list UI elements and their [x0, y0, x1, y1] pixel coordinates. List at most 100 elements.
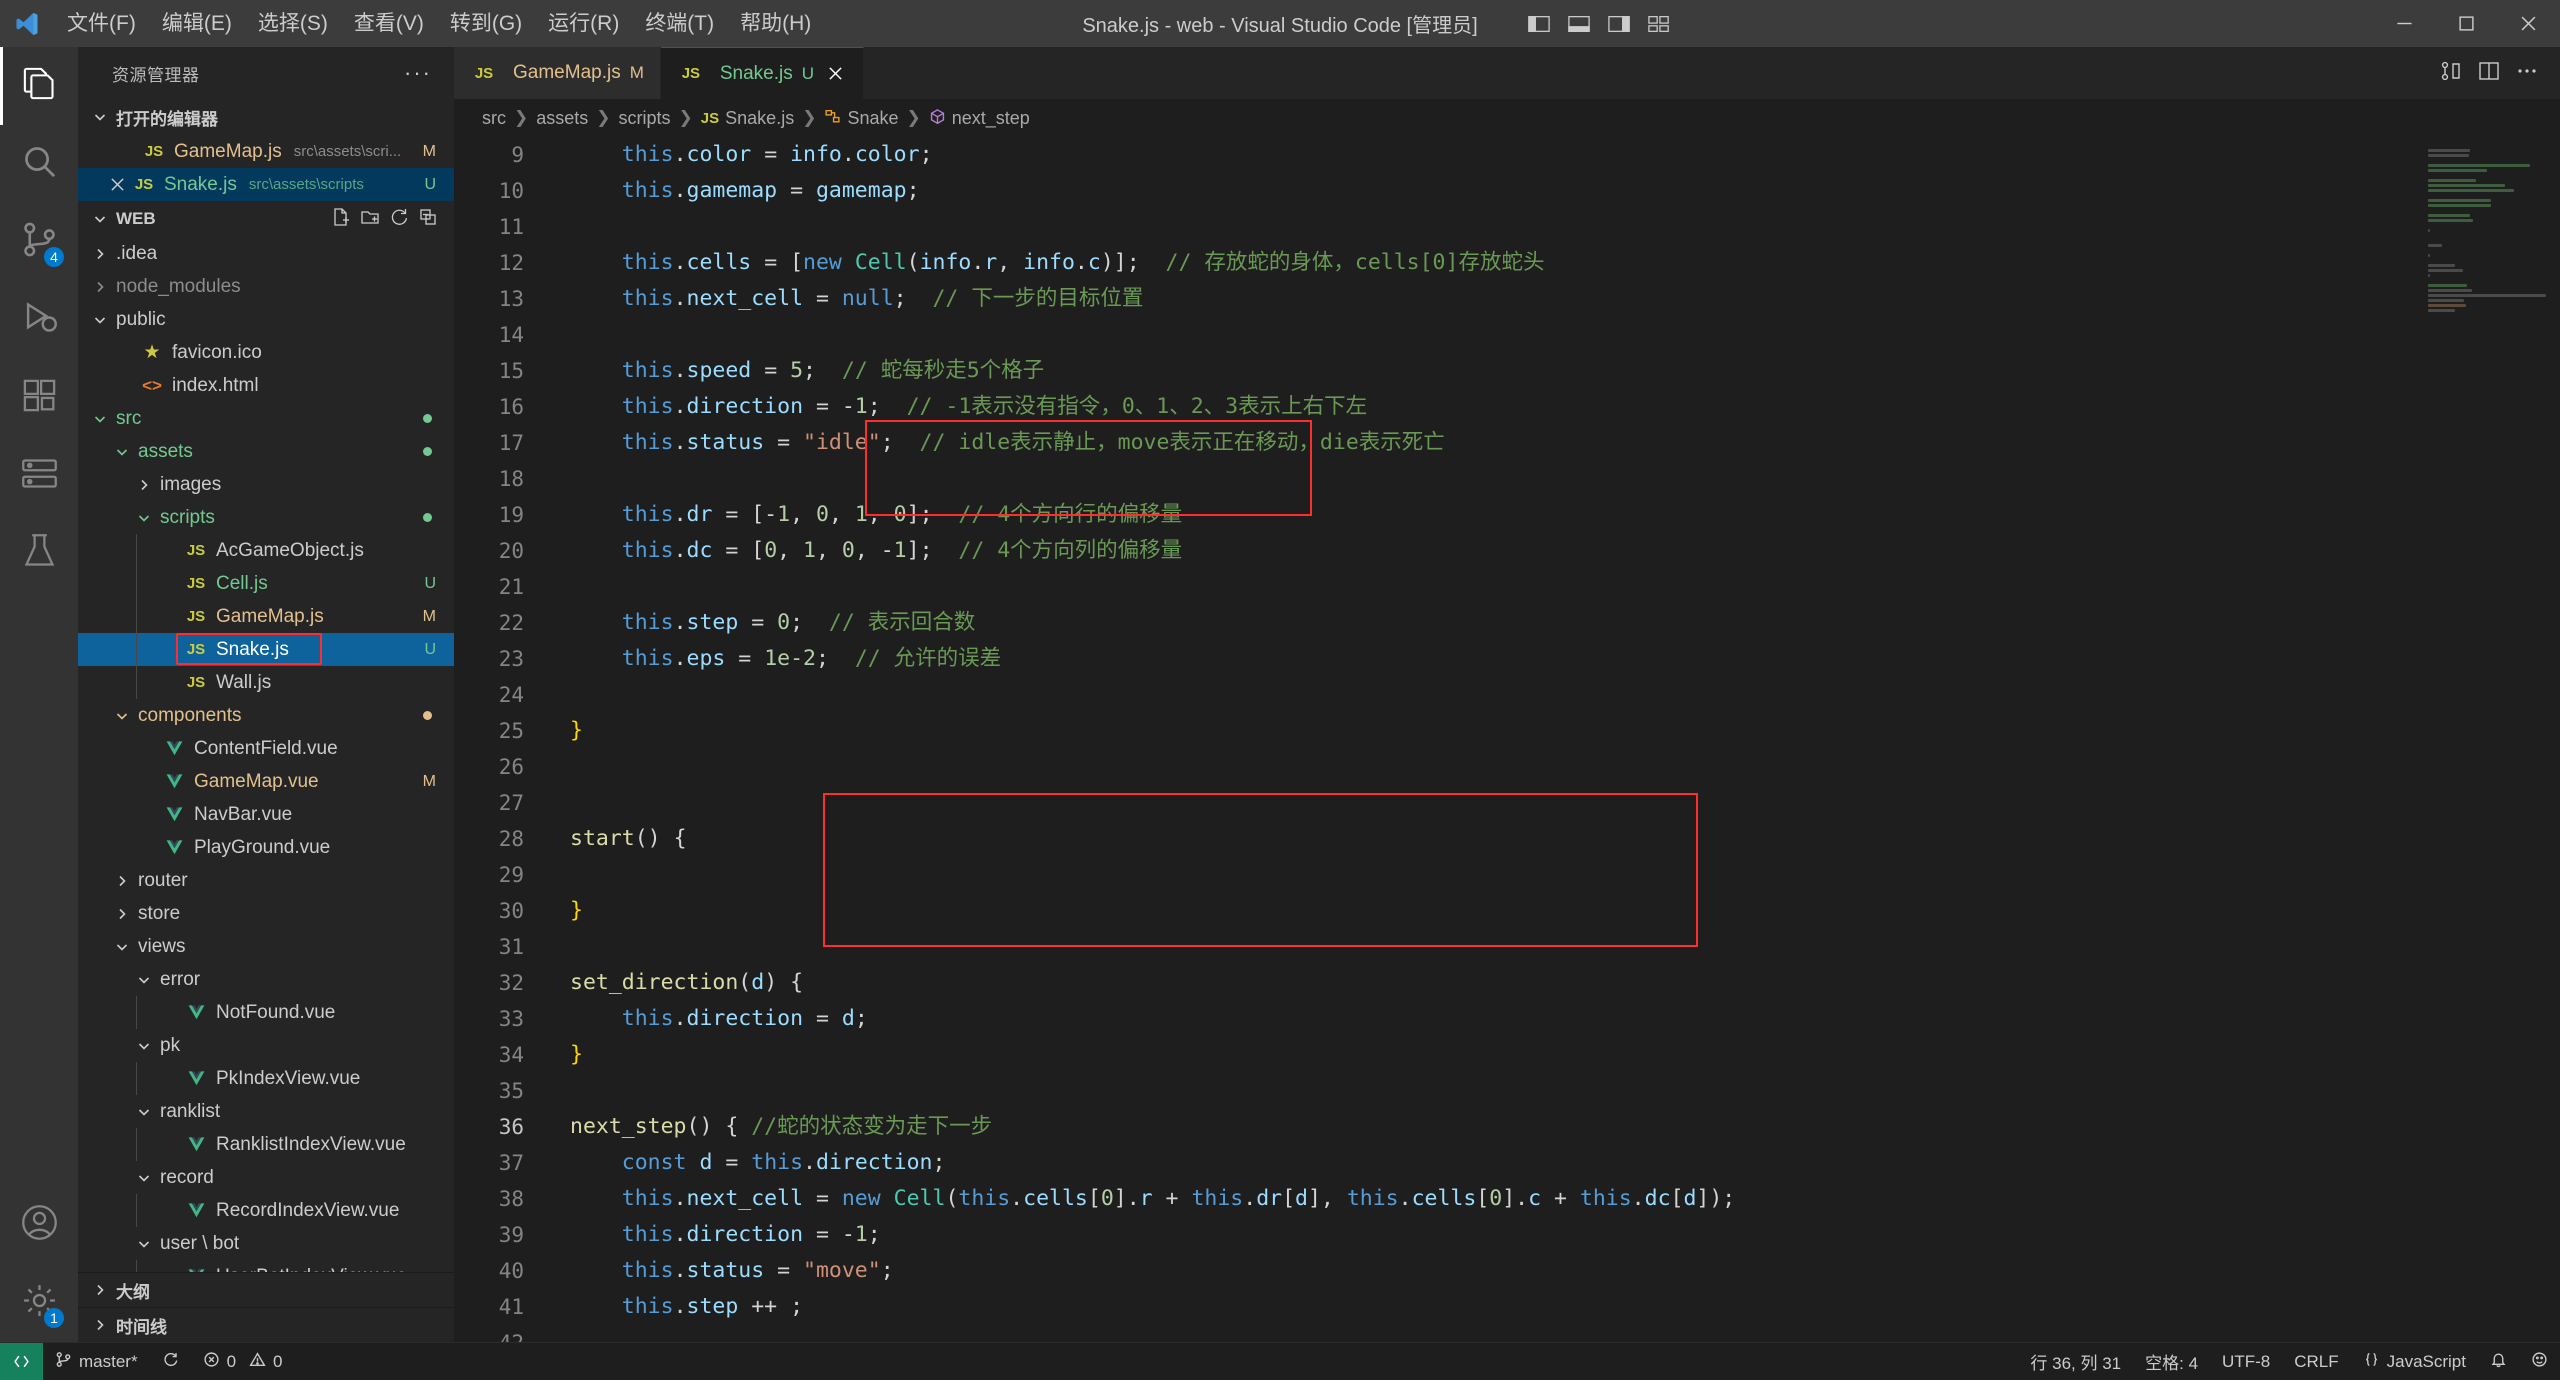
editor-toolbar[interactable]: [2440, 47, 2560, 99]
breadcrumb-item-src[interactable]: src: [482, 108, 506, 129]
new-file-icon[interactable]: [331, 207, 351, 232]
line-content[interactable]: this.next_cell = null; // 下一步的目标位置: [562, 281, 2560, 317]
activitybar-item-settings[interactable]: 1: [0, 1264, 78, 1342]
line-content[interactable]: start() {: [562, 821, 2560, 857]
tree-file-acgameobject-js[interactable]: JS AcGameObject.js: [78, 534, 454, 567]
tree-folder-pk[interactable]: pk: [78, 1029, 454, 1062]
line-content[interactable]: this.direction = -1; // -1表示没有指令，0、1、2、3…: [562, 389, 2560, 425]
code-line[interactable]: 40 this.status = "move";: [454, 1253, 2560, 1289]
tree-folder-views[interactable]: views: [78, 930, 454, 963]
tree-folder-record[interactable]: record: [78, 1161, 454, 1194]
line-content[interactable]: [562, 677, 2560, 713]
line-content[interactable]: this.color = info.color;: [562, 137, 2560, 173]
git-branch[interactable]: master*: [43, 1343, 150, 1380]
tree-folder-ranklist[interactable]: ranklist: [78, 1095, 454, 1128]
tree-folder-assets[interactable]: assets: [78, 435, 454, 468]
code-lines[interactable]: 9 this.color = info.color; 10 this.gamema…: [454, 137, 2560, 1342]
remote-indicator[interactable]: [0, 1342, 43, 1380]
tree-file-snake-js[interactable]: JS Snake.js U: [78, 633, 454, 666]
tree-file-contentfield-vue[interactable]: ContentField.vue: [78, 732, 454, 765]
code-line[interactable]: 20 this.dc = [0, 1, 0, -1]; // 4个方向列的偏移量: [454, 533, 2560, 569]
tree-file-playground-vue[interactable]: PlayGround.vue: [78, 831, 454, 864]
tree-folder-src[interactable]: src: [78, 402, 454, 435]
line-content[interactable]: next_step() { //蛇的状态变为走下一步: [562, 1109, 2560, 1145]
layout-controls[interactable]: [1519, 0, 1679, 47]
window-controls[interactable]: [2374, 0, 2560, 47]
breadcrumb-item-snake-js[interactable]: JS Snake.js: [701, 108, 794, 129]
activitybar-item-source-control[interactable]: 4: [0, 203, 78, 281]
code-line[interactable]: 37 const d = this.direction;: [454, 1145, 2560, 1181]
line-content[interactable]: this.dr = [-1, 0, 1, 0]; // 4个方向行的偏移量: [562, 497, 2560, 533]
tree-folder-router[interactable]: router: [78, 864, 454, 897]
tree-file-gamemap-vue[interactable]: GameMap.vue M: [78, 765, 454, 798]
menu-go[interactable]: 转到(G): [437, 0, 535, 47]
activitybar-item-search[interactable]: [0, 125, 78, 203]
open-changes-icon[interactable]: [2440, 60, 2462, 87]
line-content[interactable]: this.direction = d;: [562, 1001, 2560, 1037]
code-line[interactable]: 16 this.direction = -1; // -1表示没有指令，0、1、…: [454, 389, 2560, 425]
close-button[interactable]: [2498, 0, 2560, 47]
tree-file-gamemap-js[interactable]: JS GameMap.js M: [78, 600, 454, 633]
problems[interactable]: 0 0: [191, 1343, 295, 1380]
line-content[interactable]: this.cells = [new Cell(info.r, info.c)];…: [562, 245, 2560, 281]
code-line[interactable]: 21: [454, 569, 2560, 605]
tree-folder-public[interactable]: public: [78, 303, 454, 336]
split-editor-icon[interactable]: [2478, 60, 2500, 87]
code-line[interactable]: 42: [454, 1325, 2560, 1342]
open-editor-item-snake[interactable]: JS Snake.js src\assets\scripts U: [78, 168, 454, 201]
line-content[interactable]: this.dc = [0, 1, 0, -1]; // 4个方向列的偏移量: [562, 533, 2560, 569]
code-line[interactable]: 24: [454, 677, 2560, 713]
code-editor[interactable]: 9 this.color = info.color; 10 this.gamema…: [454, 137, 2560, 1342]
menu-terminal[interactable]: 终端(T): [632, 0, 727, 47]
feedback[interactable]: [2519, 1343, 2560, 1380]
minimize-button[interactable]: [2374, 0, 2436, 47]
activitybar-item-accounts[interactable]: [0, 1186, 78, 1264]
sync-changes[interactable]: [150, 1343, 191, 1380]
menu-edit[interactable]: 编辑(E): [149, 0, 245, 47]
tree-file-index-html[interactable]: <> index.html: [78, 369, 454, 402]
notifications[interactable]: [2478, 1343, 2519, 1380]
code-line[interactable]: 31: [454, 929, 2560, 965]
breadcrumb-item-scripts[interactable]: scripts: [619, 108, 671, 129]
close-icon[interactable]: [823, 66, 847, 81]
line-content[interactable]: }: [562, 893, 2560, 929]
line-content[interactable]: }: [562, 1037, 2560, 1073]
tree-folder-store[interactable]: store: [78, 897, 454, 930]
maximize-button[interactable]: [2436, 0, 2498, 47]
code-line[interactable]: 39 this.direction = -1;: [454, 1217, 2560, 1253]
tree-file-ranklistindexview-vue[interactable]: RanklistIndexView.vue: [78, 1128, 454, 1161]
line-content[interactable]: [562, 1325, 2560, 1342]
tree-folder-node-modules[interactable]: node_modules: [78, 270, 454, 303]
tree-file-pkindexview-vue[interactable]: PkIndexView.vue: [78, 1062, 454, 1095]
menu-run[interactable]: 运行(R): [535, 0, 632, 47]
tab-gamemap-js[interactable]: JS GameMap.js M: [454, 47, 661, 99]
menu-bar[interactable]: 文件(F) 编辑(E) 选择(S) 查看(V) 转到(G) 运行(R) 终端(T…: [54, 0, 824, 47]
outline-section[interactable]: 大纲: [78, 1272, 454, 1307]
menu-view[interactable]: 查看(V): [341, 0, 437, 47]
activitybar-item-testing[interactable]: [0, 515, 78, 593]
tree-folder-user-bot[interactable]: user \ bot: [78, 1227, 454, 1260]
line-content[interactable]: const d = this.direction;: [562, 1145, 2560, 1181]
collapse-all-icon[interactable]: [418, 207, 438, 232]
breadcrumb-item-class-snake[interactable]: Snake: [824, 108, 899, 129]
line-content[interactable]: this.direction = -1;: [562, 1217, 2560, 1253]
editor-position[interactable]: 行 36, 列 31: [2018, 1343, 2133, 1380]
code-line[interactable]: 12 this.cells = [new Cell(info.r, info.c…: [454, 245, 2560, 281]
breadcrumb-item-method-next-step[interactable]: next_step: [929, 108, 1030, 129]
breadcrumb-item-assets[interactable]: assets: [536, 108, 588, 129]
code-line[interactable]: 28 start() {: [454, 821, 2560, 857]
customize-layout-icon[interactable]: [1639, 14, 1679, 34]
code-line[interactable]: 23 this.eps = 1e-2; // 允许的误差: [454, 641, 2560, 677]
toggle-secondary-sidebar-icon[interactable]: [1599, 14, 1639, 34]
tab-snake-js[interactable]: JS Snake.js U: [660, 47, 865, 99]
code-line[interactable]: 11: [454, 209, 2560, 245]
toggle-panel-icon[interactable]: [1559, 14, 1599, 34]
open-editor-item-gamemap[interactable]: JS GameMap.js src\assets\scri... M: [78, 135, 454, 168]
code-line[interactable]: 38 this.next_cell = new Cell(this.cells[…: [454, 1181, 2560, 1217]
code-line[interactable]: 17 this.status = "idle"; // idle表示静止，mov…: [454, 425, 2560, 461]
tree-folder-scripts[interactable]: scripts: [78, 501, 454, 534]
timeline-section[interactable]: 时间线: [78, 1307, 454, 1342]
line-content[interactable]: [562, 749, 2560, 785]
tree-folder--idea[interactable]: .idea: [78, 237, 454, 270]
code-scroll-area[interactable]: 9 this.color = info.color; 10 this.gamema…: [454, 137, 2560, 1342]
